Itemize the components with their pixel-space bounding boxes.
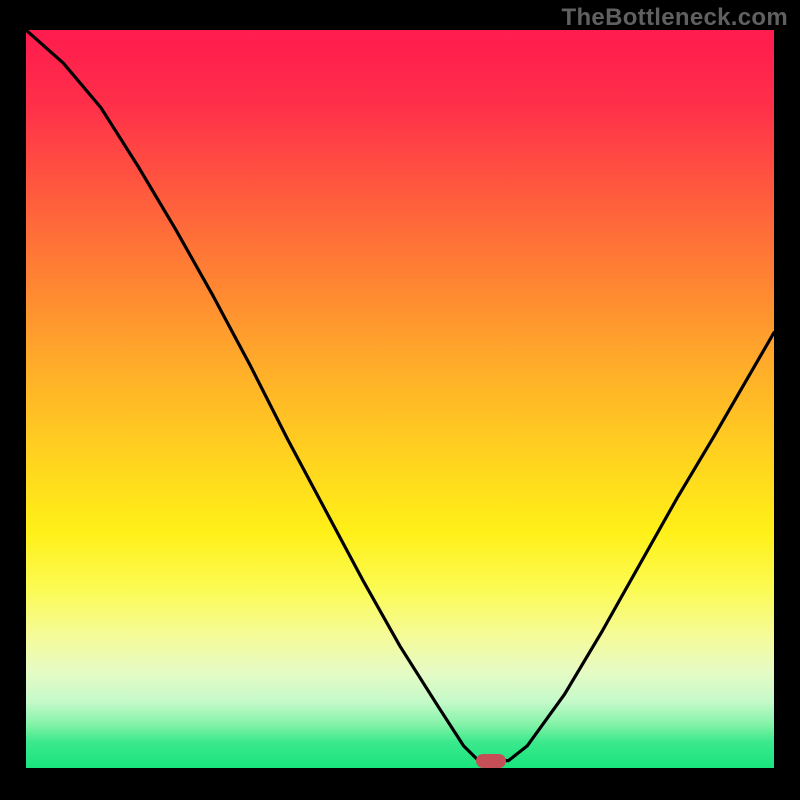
optimal-point-marker xyxy=(476,754,506,768)
watermark-text: TheBottleneck.com xyxy=(562,4,788,32)
chart-frame: TheBottleneck.com xyxy=(0,0,800,800)
bottleneck-curve-path xyxy=(26,30,774,761)
bottleneck-curve-svg xyxy=(26,30,774,768)
gradient-plot-area xyxy=(26,30,774,768)
